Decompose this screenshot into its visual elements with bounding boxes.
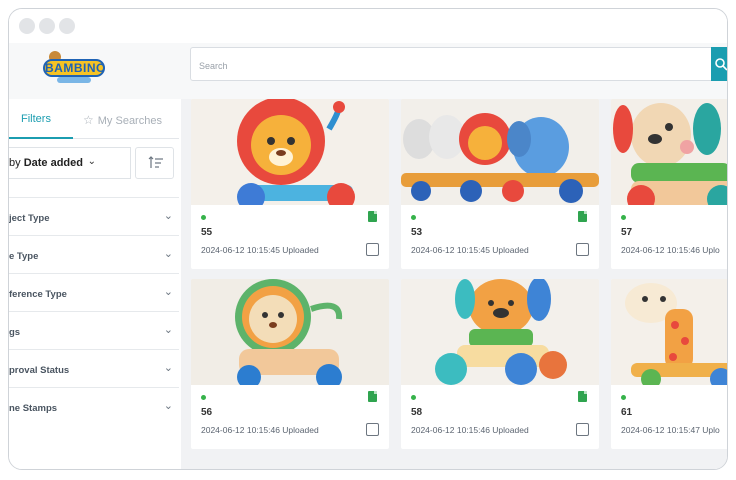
asset-select-checkbox[interactable] bbox=[366, 423, 379, 436]
facet-time-stamps[interactable]: ne Stamps ⌄ bbox=[9, 387, 179, 425]
image-file-icon bbox=[578, 211, 587, 222]
sort-order-button[interactable] bbox=[135, 147, 174, 179]
image-file-icon bbox=[368, 391, 377, 402]
asset-id: 61 bbox=[621, 407, 633, 418]
asset-id: 55 bbox=[201, 227, 213, 238]
chevron-down-icon: ⌄ bbox=[163, 324, 173, 336]
chevron-down-icon: ⌄ bbox=[87, 156, 96, 167]
asset-card[interactable]: 58 2024-06-12 10:15:46 Uploaded bbox=[401, 279, 599, 449]
facet-object-type[interactable]: ject Type ⌄ bbox=[9, 197, 179, 235]
asset-id: 53 bbox=[411, 227, 423, 238]
image-file-icon bbox=[578, 391, 587, 402]
asset-thumbnail[interactable] bbox=[191, 99, 389, 205]
giraffe-toy-image bbox=[611, 279, 727, 385]
search-icon bbox=[715, 58, 727, 71]
search-button[interactable] bbox=[711, 47, 727, 81]
asset-meta: 55 2024-06-12 10:15:45 Uploaded bbox=[191, 205, 389, 269]
chevron-down-icon: ⌄ bbox=[163, 286, 173, 298]
asset-card[interactable]: 55 2024-06-12 10:15:45 Uploaded bbox=[191, 99, 389, 269]
asset-card[interactable]: 57 2024-06-12 10:15:46 Uplo bbox=[611, 99, 727, 269]
animal-parade-image bbox=[401, 99, 599, 205]
asset-thumbnail[interactable] bbox=[191, 279, 389, 385]
status-dot-icon bbox=[411, 215, 416, 220]
asset-thumbnail[interactable] bbox=[401, 99, 599, 205]
asset-date: 2024-06-12 10:15:45 Uploaded bbox=[201, 245, 319, 255]
facet-label: gs bbox=[9, 327, 21, 338]
sort-row: by Date added ⌄ bbox=[9, 147, 179, 179]
asset-date: 2024-06-12 10:15:45 Uploaded bbox=[411, 245, 529, 255]
asset-id: 58 bbox=[411, 407, 423, 418]
asset-id: 57 bbox=[621, 227, 633, 238]
chevron-down-icon: ⌄ bbox=[163, 210, 173, 222]
asset-meta: 58 2024-06-12 10:15:46 Uploaded bbox=[401, 385, 599, 449]
asset-thumbnail[interactable] bbox=[401, 279, 599, 385]
tab-filters-label: Filters bbox=[21, 113, 51, 125]
asset-date: 2024-06-12 10:15:46 Uplo bbox=[621, 245, 720, 255]
chevron-down-icon: ⌄ bbox=[163, 362, 173, 374]
dog-toy-image bbox=[611, 99, 727, 205]
app-window: BAMBINO Search ⁄ Filters ☆My Searches by… bbox=[8, 8, 728, 470]
asset-select-checkbox[interactable] bbox=[366, 243, 379, 256]
top-bar: BAMBINO Search bbox=[9, 43, 727, 99]
asset-meta: 61 2024-06-12 10:15:47 Uplo bbox=[611, 385, 727, 449]
sidebar-tabs: ⁄ Filters ☆My Searches bbox=[9, 99, 179, 139]
asset-meta: 53 2024-06-12 10:15:45 Uploaded bbox=[401, 205, 599, 269]
facet-label: proval Status bbox=[9, 365, 70, 376]
status-dot-icon bbox=[201, 395, 206, 400]
asset-thumbnail[interactable] bbox=[611, 279, 727, 385]
asset-card[interactable]: 56 2024-06-12 10:15:46 Uploaded bbox=[191, 279, 389, 449]
asset-card[interactable]: 53 2024-06-12 10:15:45 Uploaded bbox=[401, 99, 599, 269]
bambino-logo[interactable]: BAMBINO bbox=[43, 51, 105, 87]
lion-rattle-image bbox=[191, 279, 389, 385]
sort-select[interactable]: by Date added ⌄ bbox=[9, 147, 131, 179]
asset-date: 2024-06-12 10:15:46 Uploaded bbox=[201, 425, 319, 435]
tab-filters[interactable]: ⁄ Filters bbox=[9, 113, 73, 139]
image-file-icon bbox=[368, 211, 377, 222]
asset-date: 2024-06-12 10:15:47 Uplo bbox=[621, 425, 720, 435]
asset-grid: 55 2024-06-12 10:15:45 Uploaded 53 2024-… bbox=[181, 99, 727, 469]
logo-ribbon bbox=[57, 77, 91, 83]
window-close-dot[interactable] bbox=[19, 18, 35, 34]
status-dot-icon bbox=[621, 215, 626, 220]
filter-sidebar: ⁄ Filters ☆My Searches by Date added ⌄ bbox=[9, 99, 179, 469]
title-bar bbox=[9, 9, 727, 43]
asset-select-checkbox[interactable] bbox=[576, 423, 589, 436]
chevron-down-icon: ⌄ bbox=[163, 400, 173, 412]
asset-select-checkbox[interactable] bbox=[576, 243, 589, 256]
facet-label: ne Stamps bbox=[9, 403, 58, 414]
facet-label: ference Type bbox=[9, 289, 67, 300]
facet-label: ject Type bbox=[9, 213, 50, 224]
asset-card[interactable]: 61 2024-06-12 10:15:47 Uplo bbox=[611, 279, 727, 449]
facet-approval-status[interactable]: proval Status ⌄ bbox=[9, 349, 179, 387]
puppy-car-image bbox=[401, 279, 599, 385]
facet-reference-type[interactable]: ference Type ⌄ bbox=[9, 273, 179, 311]
tab-my-searches-label: My Searches bbox=[97, 115, 162, 127]
logo-text: BAMBINO bbox=[43, 59, 106, 77]
status-dot-icon bbox=[411, 395, 416, 400]
status-dot-icon bbox=[621, 395, 626, 400]
asset-meta: 57 2024-06-12 10:15:46 Uplo bbox=[611, 205, 727, 269]
window-minimize-dot[interactable] bbox=[39, 18, 55, 34]
status-dot-icon bbox=[201, 215, 206, 220]
star-icon: ☆ bbox=[83, 113, 94, 127]
facet-file-type[interactable]: e Type ⌄ bbox=[9, 235, 179, 273]
facet-label: e Type bbox=[9, 251, 39, 262]
asset-meta: 56 2024-06-12 10:15:46 Uploaded bbox=[191, 385, 389, 449]
asset-id: 56 bbox=[201, 407, 213, 418]
chevron-down-icon: ⌄ bbox=[163, 248, 173, 260]
sort-prefix: by bbox=[9, 157, 21, 169]
asset-thumbnail[interactable] bbox=[611, 99, 727, 205]
sort-icon bbox=[148, 156, 163, 168]
window-maximize-dot[interactable] bbox=[59, 18, 75, 34]
asset-date: 2024-06-12 10:15:46 Uploaded bbox=[411, 425, 529, 435]
lion-toy-image bbox=[191, 99, 389, 205]
sort-value: Date added bbox=[23, 157, 83, 169]
facet-tags[interactable]: gs ⌄ bbox=[9, 311, 179, 349]
tab-my-searches[interactable]: ☆ My Searches bbox=[83, 113, 162, 127]
search-input[interactable]: Search bbox=[190, 47, 714, 81]
